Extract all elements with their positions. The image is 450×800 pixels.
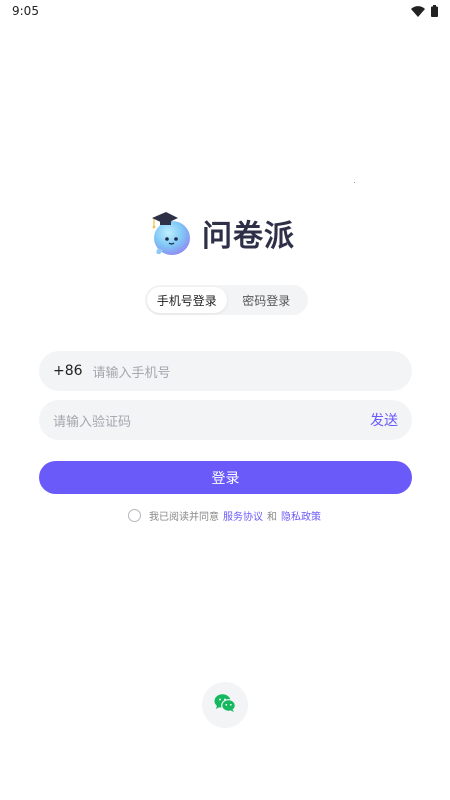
wifi-icon	[411, 5, 425, 17]
status-time: 9:05	[12, 4, 39, 18]
phone-input[interactable]: +86 请输入手机号	[39, 351, 412, 391]
phone-placeholder: 请输入手机号	[92, 365, 171, 381]
code-placeholder: 请输入验证码	[53, 414, 132, 430]
login-screen: 9:05 问卷派 手机号登录 密码登录 +86 请输入手机号 请输入验证码 发送…	[0, 0, 450, 800]
battery-icon	[431, 5, 438, 17]
mascot-graduation-cap-icon	[148, 208, 194, 258]
country-code[interactable]: +86	[53, 363, 83, 379]
brand-logo: 问卷派	[148, 206, 295, 260]
wechat-icon	[214, 693, 236, 717]
login-mode-tabs: 手机号登录 密码登录	[145, 285, 308, 315]
send-code-button[interactable]: 发送	[370, 410, 398, 430]
tab-phone-login[interactable]: 手机号登录	[147, 287, 227, 313]
brand-name: 问卷派	[202, 219, 295, 254]
agreement-and: 和	[267, 512, 277, 523]
agreement-text: 我已阅读并同意	[149, 512, 219, 523]
status-icons	[411, 5, 438, 17]
privacy-policy-link[interactable]: 隐私政策	[281, 508, 321, 523]
service-agreement-link[interactable]: 服务协议	[223, 508, 263, 523]
decorative-dot	[354, 182, 355, 183]
agreement-row: 我已阅读并同意 服务协议 和 隐私政策	[128, 508, 325, 523]
status-bar: 9:05	[0, 0, 450, 22]
login-button[interactable]: 登录	[39, 461, 412, 494]
verification-code-input[interactable]: 请输入验证码 发送	[39, 400, 412, 440]
agreement-checkbox[interactable]	[128, 509, 141, 522]
tab-password-login[interactable]: 密码登录	[227, 287, 307, 313]
wechat-login-button[interactable]	[202, 682, 248, 728]
